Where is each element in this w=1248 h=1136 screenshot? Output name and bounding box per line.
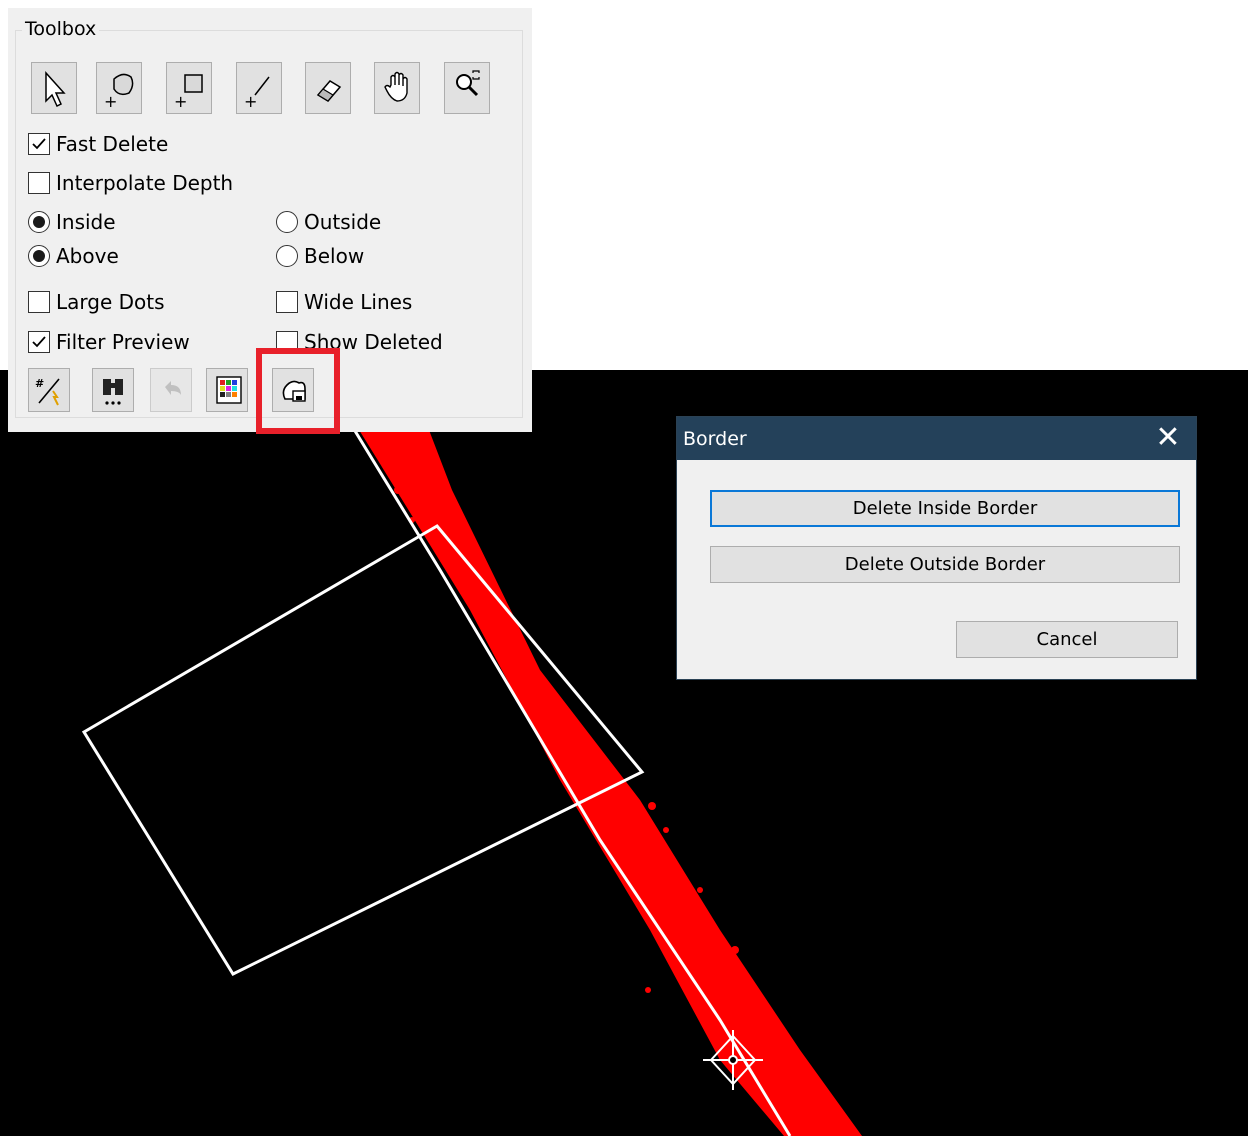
checkbox-box[interactable] bbox=[28, 291, 50, 313]
select-arrow-icon bbox=[45, 71, 66, 108]
binoculars-icon bbox=[103, 379, 123, 405]
line-tool-button[interactable]: + bbox=[236, 62, 282, 114]
undo-button[interactable] bbox=[150, 368, 192, 412]
below-label: Below bbox=[304, 244, 365, 268]
color-palette-icon bbox=[216, 376, 242, 404]
fast-delete-label: Fast Delete bbox=[56, 132, 169, 156]
fast-delete-checkbox[interactable]: Fast Delete bbox=[28, 130, 168, 158]
checkbox-box[interactable] bbox=[28, 331, 50, 353]
eraser-tool-button[interactable] bbox=[305, 62, 351, 114]
dialog-title: Border bbox=[683, 428, 747, 450]
rectangle-tool-button[interactable]: + bbox=[166, 62, 212, 114]
close-icon[interactable]: ✕ bbox=[1140, 417, 1196, 460]
below-radio[interactable]: Below bbox=[276, 242, 364, 270]
select-tool-button[interactable] bbox=[31, 62, 77, 114]
checkmark-icon bbox=[32, 336, 46, 348]
zoom-extent-icon bbox=[456, 70, 480, 97]
radio-circle[interactable] bbox=[28, 211, 50, 233]
checkbox-box[interactable] bbox=[28, 172, 50, 194]
cancel-button[interactable]: Cancel bbox=[956, 621, 1178, 658]
radio-circle[interactable] bbox=[276, 211, 298, 233]
radio-circle[interactable] bbox=[276, 245, 298, 267]
radio-selected-dot bbox=[33, 250, 45, 262]
wide-lines-checkbox[interactable]: Wide Lines bbox=[276, 288, 412, 316]
delete-inside-border-button[interactable]: Delete Inside Border bbox=[710, 490, 1180, 527]
undo-icon bbox=[165, 381, 181, 395]
checkbox-box[interactable] bbox=[276, 331, 298, 353]
inside-radio[interactable]: Inside bbox=[28, 208, 116, 236]
lasso-tool-button[interactable]: + bbox=[96, 62, 142, 114]
checkbox-box[interactable] bbox=[276, 291, 298, 313]
interpolate-depth-checkbox[interactable]: Interpolate Depth bbox=[28, 169, 233, 197]
toolbox-panel: Toolbox + + + Fast Delete Interpolate De… bbox=[8, 8, 532, 434]
show-deleted-checkbox[interactable]: Show Deleted bbox=[276, 328, 443, 356]
filter-run-button[interactable]: # bbox=[28, 368, 70, 412]
large-dots-checkbox[interactable]: Large Dots bbox=[28, 288, 165, 316]
svg-text:#: # bbox=[35, 377, 44, 390]
toolbox-title: Toolbox bbox=[22, 18, 100, 40]
above-label: Above bbox=[56, 244, 119, 268]
border-delete-icon bbox=[282, 380, 306, 402]
eraser-icon bbox=[316, 80, 342, 102]
radio-selected-dot bbox=[33, 216, 45, 228]
checkmark-icon bbox=[32, 138, 46, 150]
radio-circle[interactable] bbox=[28, 245, 50, 267]
checkbox-box[interactable] bbox=[28, 133, 50, 155]
border-dialog: Border ✕ Delete Inside Border Delete Out… bbox=[676, 416, 1197, 680]
dialog-titlebar[interactable]: Border ✕ bbox=[677, 417, 1196, 460]
outside-label: Outside bbox=[304, 210, 382, 234]
filter-run-icon: # bbox=[35, 377, 60, 406]
zoom-tool-button[interactable] bbox=[444, 62, 490, 114]
large-dots-label: Large Dots bbox=[56, 290, 165, 314]
find-button[interactable] bbox=[92, 368, 134, 412]
add-lasso-icon: + bbox=[104, 73, 134, 111]
add-rectangle-icon: + bbox=[174, 74, 203, 111]
inside-label: Inside bbox=[56, 210, 116, 234]
wide-lines-label: Wide Lines bbox=[304, 290, 413, 314]
above-radio[interactable]: Above bbox=[28, 242, 119, 270]
delete-outside-border-button[interactable]: Delete Outside Border bbox=[710, 546, 1180, 583]
pan-hand-icon bbox=[384, 71, 408, 102]
add-line-icon: + bbox=[244, 76, 270, 111]
filter-preview-checkbox[interactable]: Filter Preview bbox=[28, 328, 190, 356]
svg-text:+: + bbox=[244, 92, 257, 111]
show-deleted-label: Show Deleted bbox=[304, 330, 443, 354]
color-palette-button[interactable] bbox=[206, 368, 248, 412]
pan-tool-button[interactable] bbox=[374, 62, 420, 114]
svg-text:+: + bbox=[174, 92, 187, 111]
svg-text:+: + bbox=[104, 92, 117, 111]
interpolate-depth-label: Interpolate Depth bbox=[56, 171, 234, 195]
border-delete-button[interactable] bbox=[272, 368, 314, 412]
outside-radio[interactable]: Outside bbox=[276, 208, 381, 236]
filter-preview-label: Filter Preview bbox=[56, 330, 190, 354]
